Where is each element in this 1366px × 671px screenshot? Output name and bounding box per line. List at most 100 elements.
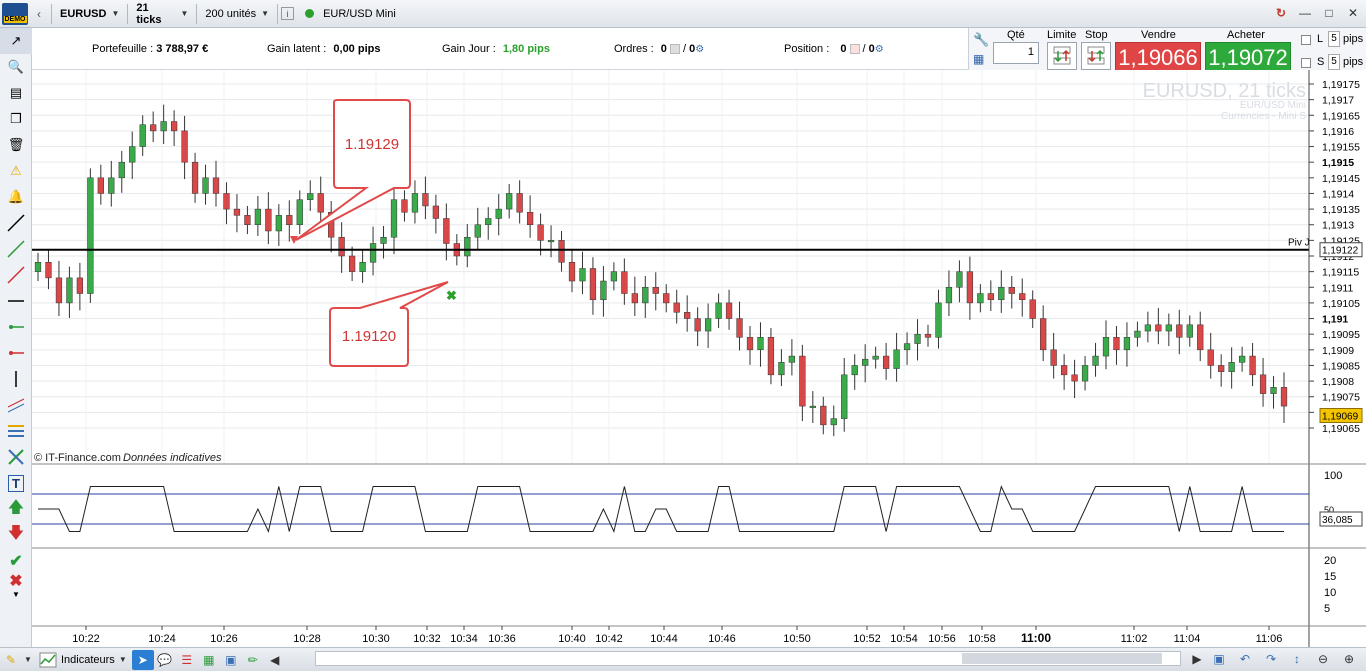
copy-icon[interactable]: ❐	[0, 106, 32, 132]
horizontal-ray-green-icon[interactable]	[0, 314, 32, 340]
volume-panel[interactable]: 20 15 10 5	[1324, 555, 1336, 615]
candle-body	[872, 355, 879, 360]
qty-label: Qté	[1007, 29, 1025, 41]
refresh-icon[interactable]: ↻	[1272, 4, 1290, 22]
wrench-icon[interactable]: 🔧	[973, 32, 989, 48]
arrow-up-icon[interactable]: 🡅	[0, 496, 32, 522]
checkmark-icon[interactable]: ✔	[0, 548, 32, 574]
vertical-line-icon[interactable]	[0, 366, 32, 392]
positions-info[interactable]: Position : 0 / 0⚙	[784, 43, 884, 55]
pivot-label: Piv J	[1288, 238, 1310, 249]
list-icon[interactable]: ☰	[176, 650, 198, 670]
tools-icon[interactable]	[0, 444, 32, 470]
brush-icon[interactable]: ✏	[242, 650, 264, 670]
timeframe-dropdown[interactable]: 21 ticks ▼	[131, 1, 193, 26]
trendline-red-icon[interactable]	[0, 262, 32, 288]
unrealized-gain-value: 0,00 pips	[333, 43, 381, 55]
minimize-icon[interactable]: —	[1296, 4, 1314, 22]
toolbar-scroll-down-icon[interactable]: ▼	[0, 588, 32, 600]
volume-tick-label: 5	[1324, 603, 1330, 615]
trade-panel: 🔧 ▦ Qté 1 Limite Stop Vendre 1,19066 Ach…	[968, 28, 1366, 74]
candle-body	[1029, 299, 1036, 319]
candle-body	[1040, 318, 1047, 351]
time-scrollbar[interactable]	[315, 651, 1181, 666]
redo-icon[interactable]: ↷	[1260, 649, 1282, 669]
arrow-down-icon[interactable]: 🡇	[0, 522, 32, 548]
candle-body	[307, 193, 314, 200]
candle-body	[1113, 337, 1120, 351]
share-icon[interactable]: ➤	[131, 649, 154, 670]
candle-body	[160, 121, 167, 132]
zoom-out-icon[interactable]: ⊖	[1312, 649, 1334, 669]
limit-order-button[interactable]	[1047, 42, 1077, 70]
limit-pips-checkbox[interactable]	[1301, 35, 1311, 45]
keypad-icon[interactable]: ▦	[973, 52, 984, 66]
alert-bell-icon[interactable]: ⚠	[0, 158, 32, 184]
reset-zoom-icon[interactable]: ▣	[1208, 649, 1230, 669]
sell-button[interactable]: 1,19066	[1115, 42, 1201, 72]
caret-down-icon[interactable]: ▼	[22, 650, 34, 670]
candle-body	[830, 418, 837, 426]
undo-icon[interactable]: ↶	[1234, 649, 1256, 669]
chevron-left-icon[interactable]: ‹	[30, 5, 48, 23]
portfolio-value: 3 788,97 €	[156, 43, 209, 55]
unrealized-gain-label: Gain latent :	[267, 43, 327, 55]
candle-body	[516, 193, 523, 213]
ruler-icon[interactable]: ▤	[0, 80, 32, 106]
info-icon[interactable]: i	[281, 7, 295, 20]
candle-body	[652, 287, 659, 294]
stop-order-button[interactable]	[1081, 42, 1111, 70]
fibonacci-icon[interactable]	[0, 418, 32, 444]
trash-icon[interactable]: 🗑	[0, 132, 32, 158]
buy-button[interactable]: 1,19072	[1205, 42, 1291, 72]
quantity-dropdown[interactable]: 200 unités ▼	[200, 3, 274, 25]
limit-label: Limite	[1047, 29, 1077, 41]
limit-pips-input[interactable]: 5	[1328, 31, 1340, 47]
scroll-right-icon[interactable]: ▶	[1190, 649, 1204, 669]
oscillator-panel[interactable]: 10050	[32, 470, 1342, 534]
chart-window-icon[interactable]: ▣	[220, 650, 242, 670]
indicators-dropdown[interactable]: Indicateurs ▼	[34, 649, 132, 671]
annotation-high-label: 1.19129	[345, 136, 399, 153]
horizontal-line-icon[interactable]	[0, 288, 32, 314]
trendline-icon[interactable]	[0, 210, 32, 236]
qty-input[interactable]: 1	[993, 42, 1039, 64]
positions-count: 0	[840, 43, 847, 55]
orders-info[interactable]: Ordres : 0 / 0⚙	[614, 43, 704, 55]
grid-icon[interactable]: ▦	[198, 650, 220, 670]
scroll-left-icon[interactable]: ◀	[264, 650, 286, 670]
horizontal-ray-red-icon[interactable]	[0, 340, 32, 366]
time-tick-label: 10:24	[148, 633, 176, 645]
timeframe-label: 21 ticks	[136, 1, 162, 26]
zoom-in-icon[interactable]: ⊕	[1338, 649, 1360, 669]
autoscale-icon[interactable]: ↕	[1286, 649, 1308, 669]
candle-body	[129, 146, 136, 163]
cross-icon[interactable]: ✖	[0, 574, 32, 588]
candle-body	[1071, 374, 1078, 382]
candle-body	[841, 374, 848, 419]
bell-icon[interactable]: 🔔	[0, 184, 32, 210]
scrollbar-thumb[interactable]	[962, 653, 1162, 664]
chart-area[interactable]: EURUSD, 21 ticks EUR/USD Mini Currencies…	[32, 70, 1366, 647]
caret-down-icon: ▼	[111, 9, 120, 18]
restore-icon[interactable]: □	[1320, 4, 1338, 22]
candle-body	[506, 193, 513, 210]
buy-marker-icon: ✖	[446, 288, 457, 303]
stop-pips-input[interactable]: 5	[1328, 54, 1340, 70]
trendline-green-icon[interactable]	[0, 236, 32, 262]
chat-icon[interactable]: 💬	[154, 650, 176, 670]
candle-body	[422, 193, 429, 207]
time-tick-label: 10:56	[928, 633, 956, 645]
stop-pips-checkbox[interactable]	[1301, 58, 1311, 68]
channel-icon[interactable]	[0, 392, 32, 418]
close-icon[interactable]: ✕	[1344, 4, 1362, 22]
instrument-dropdown[interactable]: EURUSD ▼	[55, 3, 124, 25]
pencil-icon[interactable]: ✎	[0, 650, 22, 670]
zoom-icon[interactable]: 🔍	[0, 54, 32, 80]
candle-body	[443, 218, 450, 244]
pointer-icon[interactable]: ↗	[0, 28, 32, 54]
candle-body	[76, 277, 84, 294]
text-tool-icon[interactable]: T	[0, 470, 32, 496]
time-tick-label: 10:52	[853, 633, 881, 645]
price-tick-label: 1,19085	[1322, 360, 1360, 372]
